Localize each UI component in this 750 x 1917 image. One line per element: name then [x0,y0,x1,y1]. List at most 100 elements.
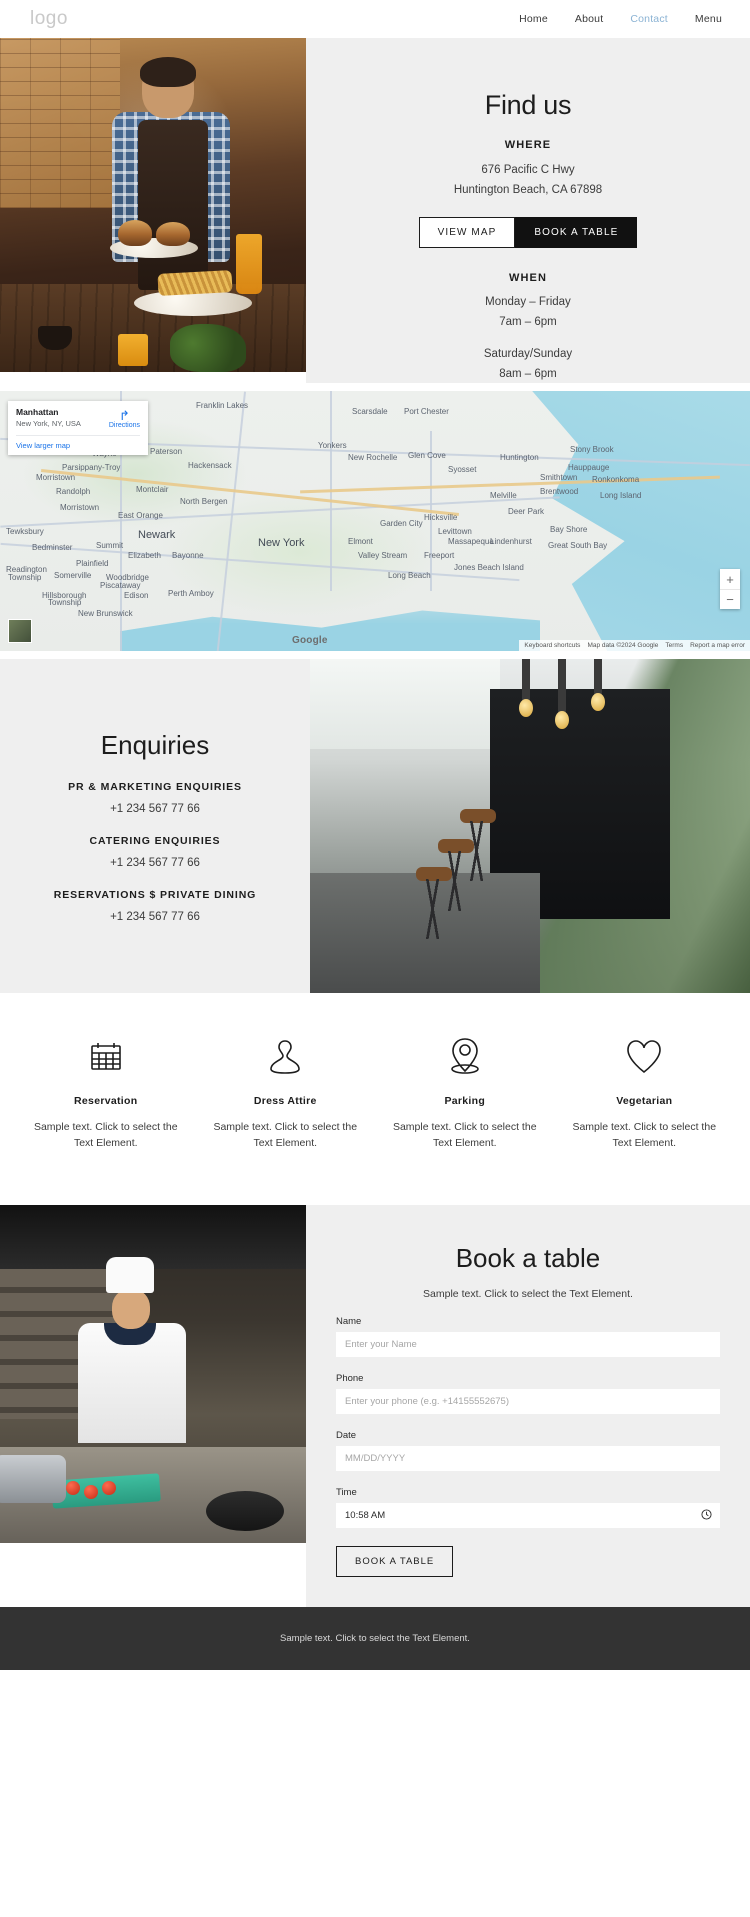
pendant-bulb [591,693,605,711]
stock-pot [0,1455,66,1503]
map-zoom-out-button[interactable]: − [720,589,740,609]
google-logo: Google [292,635,328,646]
map-place-label: Plainfield [76,559,109,568]
enquiry-phone-catering[interactable]: +1 234 567 77 66 [110,857,200,869]
google-map[interactable]: TownshipFranklin LakesKinnelonScarsdaleP… [0,383,750,651]
phone-input[interactable] [336,1389,720,1414]
time-input[interactable] [336,1503,720,1528]
calendar-icon [26,1035,186,1079]
enquiry-heading-catering: CATERING ENQUIRIES [89,834,221,847]
view-map-button[interactable]: VIEW MAP [418,217,516,248]
restaurant-window [310,659,500,749]
map-place-label: Long Beach [388,571,431,580]
site-logo[interactable]: logo [30,8,68,30]
map-place-label: Randolph [56,487,91,496]
nav-item-about[interactable]: About [575,13,603,25]
map-place-label: Port Chester [404,407,449,416]
name-field-group: Name [336,1316,720,1357]
nav-item-contact[interactable]: Contact [630,13,668,25]
weekend-days: Saturday/Sunday [483,348,573,360]
map-place-label: Yonkers [318,441,347,450]
map-place-label: Bayonne [172,551,204,560]
nav-item-menu[interactable]: Menu [695,13,722,25]
enquiries-title: Enquiries [100,729,210,760]
site-header: logo Home About Contact Menu [0,0,750,38]
street-view-thumbnail[interactable] [8,619,32,643]
bar-stool-legs [416,879,450,939]
address-line-2: Huntington Beach, CA 67898 [453,184,603,196]
find-us-section: Find us WHERE 676 Pacific C Hwy Huntingt… [0,38,750,383]
feature-title: Vegetarian [616,1095,673,1107]
address-line-1: 676 Pacific C Hwy [481,164,575,176]
map-place-label: Lindenhurst [490,537,532,546]
booking-section: Book a table Sample text. Click to selec… [0,1205,750,1607]
tomato [84,1485,98,1499]
time-input-wrapper [336,1503,720,1528]
map-keyboard-shortcuts[interactable]: Keyboard shortcuts [524,642,580,649]
map-view-larger-link[interactable]: View larger map [16,435,140,450]
enquiries-photo [310,659,750,993]
map-place-label: Hicksville [424,513,458,522]
map-place-label: Garden City [380,519,423,528]
map-place-label: Hackensack [188,461,232,470]
map-zoom-in-button[interactable]: + [720,569,740,589]
map-place-label: Scarsdale [352,407,388,416]
map-place-label: Smithtown [540,473,578,482]
map-place-label: Summit [96,541,124,550]
feature-title: Parking [444,1095,486,1107]
map-directions-label: Directions [108,422,140,429]
map-place-label: Tewksbury [6,527,44,536]
name-input[interactable] [336,1332,720,1357]
map-place-label: Massapequa [448,537,494,546]
map-place-label: Newark [138,529,176,541]
enquiry-phone-pr[interactable]: +1 234 567 77 66 [110,803,200,815]
site-footer: Sample text. Click to select the Text El… [0,1607,750,1670]
weekend-hours: 8am – 6pm [499,368,557,380]
enquiry-heading-reservations: RESERVATIONS $ PRIVATE DINING [53,888,257,901]
map-directions-link[interactable]: ↱ Directions [109,409,140,429]
map-place-label: Edison [124,591,149,600]
map-place-label: North Bergen [180,497,228,506]
person-icon [206,1035,366,1079]
directions-arrow-icon: ↱ [118,408,130,423]
find-us-panel: Find us WHERE 676 Pacific C Hwy Huntingt… [306,38,750,383]
chef-hat [106,1257,154,1293]
time-field-group: Time [336,1487,720,1528]
weekday-hours: 7am – 6pm [499,316,557,328]
booking-panel: Book a table Sample text. Click to selec… [306,1205,750,1607]
heart-icon [565,1035,725,1079]
map-place-label: Melville [490,491,517,500]
feature-text: Sample text. Click to select the Text El… [33,1121,178,1149]
map-place-label: Township [8,573,42,582]
map-place-label: Perth Amboy [168,589,214,598]
enquiry-phone-reservations[interactable]: +1 234 567 77 66 [110,911,200,923]
feature-vegetarian: Vegetarian Sample text. Click to select … [555,1035,735,1151]
date-input[interactable] [336,1446,720,1471]
map-place-card[interactable]: Manhattan New York, NY, USA ↱ Directions… [8,401,148,455]
pendant-cord [558,659,566,713]
feature-title: Reservation [74,1095,138,1107]
book-a-table-button[interactable]: BOOK A TABLE [515,217,638,248]
booking-title: Book a table [455,1243,601,1273]
booking-submit-button[interactable]: BOOK A TABLE [336,1546,454,1577]
coffee-cup [38,326,72,350]
feature-text: Sample text. Click to select the Text El… [392,1121,537,1149]
map-place-label: Montclair [136,485,169,494]
when-label: WHEN [508,272,547,284]
nav-item-home[interactable]: Home [519,13,548,25]
date-label: Date [336,1430,357,1441]
map-place-label: Ronkonkoma [592,475,640,484]
kitchen-photo [0,1205,306,1543]
map-data-attribution: Map data ©2024 Google [587,642,659,649]
map-place-label: Bedminster [32,543,73,552]
map-place-label: Great South Bay [548,541,608,550]
weekday-days: Monday – Friday [485,296,571,308]
map-place-label: Elmont [348,537,373,546]
map-terms-link[interactable]: Terms [665,642,683,649]
pendant-cord [522,659,530,701]
map-place-label: Syosset [448,465,477,474]
map-report-error-link[interactable]: Report a map error [690,642,745,649]
features-row: Reservation Sample text. Click to select… [0,993,750,1205]
find-us-button-row: VIEW MAP BOOK A TABLE [418,217,638,248]
footer-text: Sample text. Click to select the Text El… [280,1633,470,1644]
